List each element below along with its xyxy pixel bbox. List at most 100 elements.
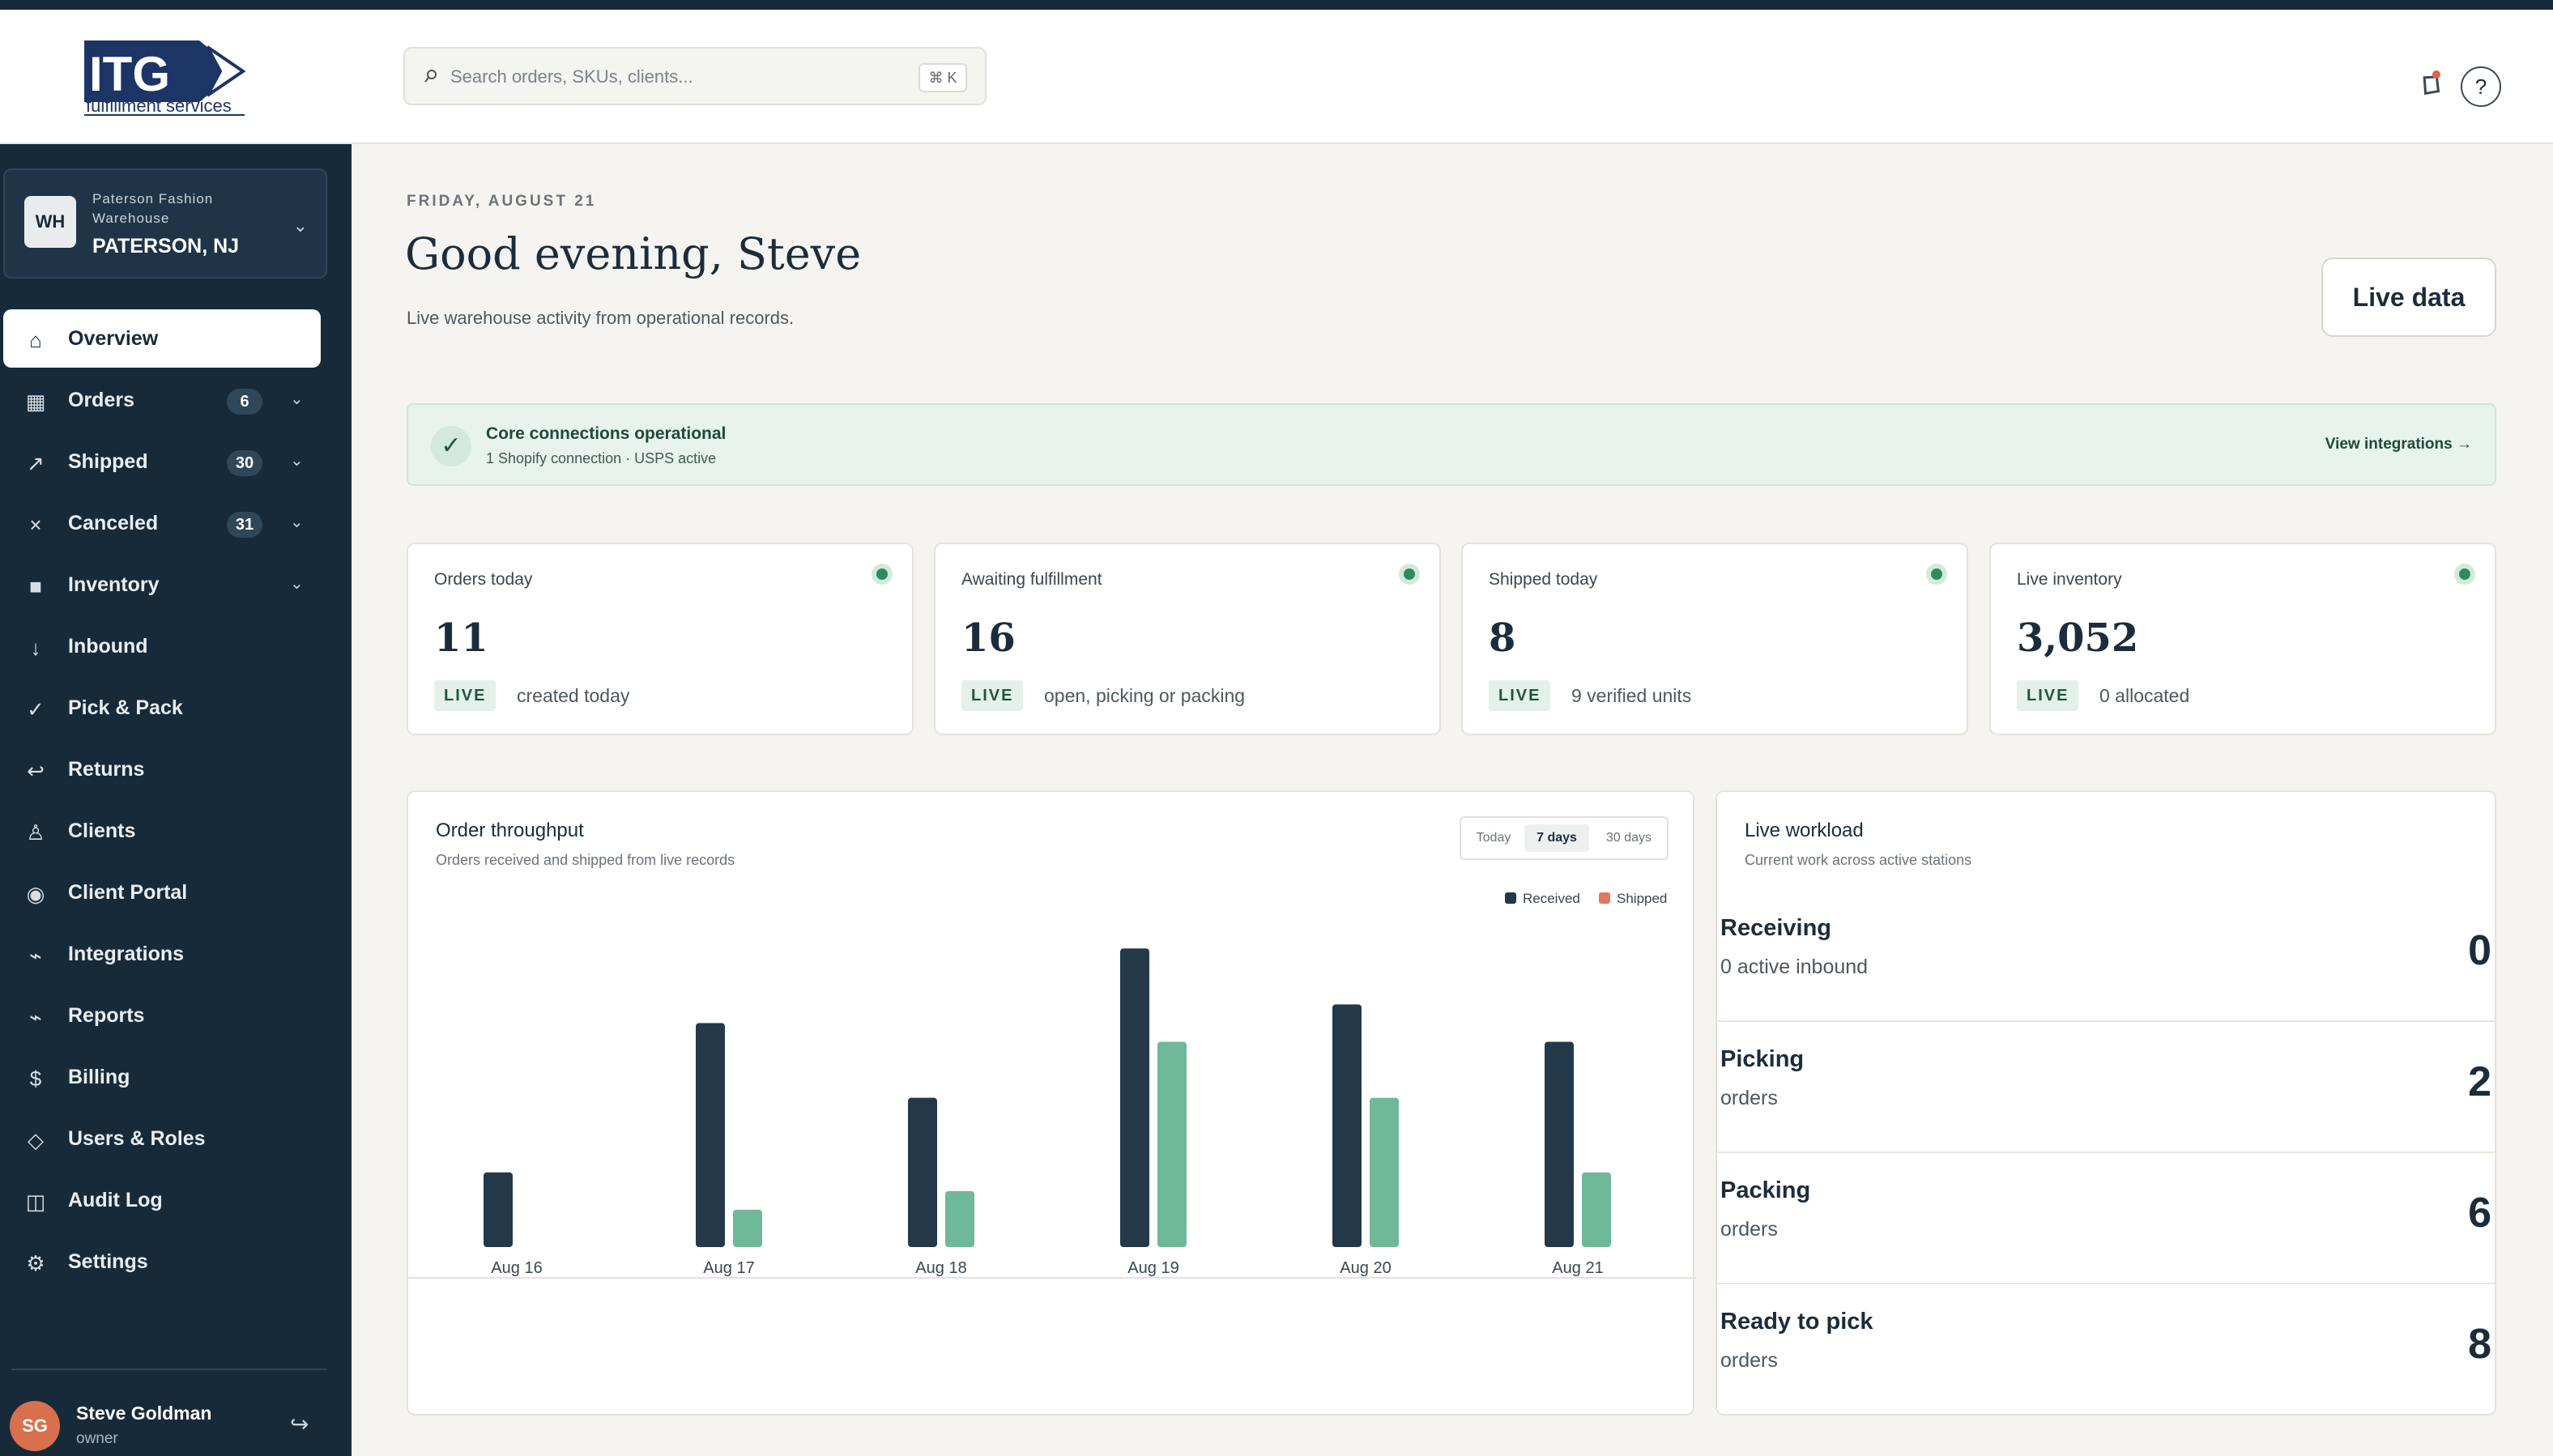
sidebar-item-label: Client Portal [68,881,188,904]
kpi-note: 0 allocated [2099,685,2190,706]
kpi-card-awaiting-fulfillment[interactable]: Awaiting fulfillment 16 LIVE open, picki… [934,543,1441,735]
sidebar-item-label: Pick & Pack [68,696,183,719]
logo-subtext: fulfillment services [86,96,232,116]
logout-icon[interactable]: ↪ [290,1411,309,1437]
kpi-label: Live inventory [2017,570,2122,589]
sidebar: WH Paterson Fashion Warehouse PATERSON, … [0,144,352,1456]
chevron-down-icon[interactable]: ⌄ [290,512,304,532]
chevron-down-icon[interactable]: ⌄ [290,573,304,594]
workload-title: Live workload [1745,820,1864,841]
legend-swatch-received [1505,892,1516,904]
kpi-card-shipped-today[interactable]: Shipped today 8 LIVE 9 verified units [1461,543,1968,735]
sidebar-item-clients[interactable]: ♙ Clients [3,802,321,863]
bar-received-aug-21[interactable] [1545,1041,1574,1247]
bar-shipped-aug-17[interactable] [733,1209,762,1247]
sidebar-item-users-roles[interactable]: ◇ Users & Roles [3,1109,321,1171]
sidebar-item-returns[interactable]: ↩ Returns [3,740,321,802]
sidebar-item-reports[interactable]: ⌁ Reports [3,986,321,1048]
sidebar-item-inbound[interactable]: ↓ Inbound [3,617,321,679]
kpi-card-live-inventory[interactable]: Live inventory 3,052 LIVE 0 allocated [1989,543,2496,735]
kpi-value: 11 [434,615,488,661]
search-placeholder[interactable]: Search orders, SKUs, clients... [450,66,693,87]
chevron-down-icon[interactable]: ⌄ [290,389,304,409]
bar-shipped-aug-19[interactable] [1157,1041,1187,1247]
range-option-today[interactable]: Today [1466,824,1521,852]
x-tick-label: Aug 19 [1127,1259,1178,1277]
sidebar-item-overview[interactable]: ⌂ Overview [3,309,321,368]
kpi-card-orders-today[interactable]: Orders today 11 LIVE created today [407,543,914,735]
workload-row-picking[interactable]: Picking orders 2 [1717,1020,2495,1152]
workload-row-receiving[interactable]: Receiving 0 active inbound 0 [1717,891,2495,1022]
audit-icon: ◫ [25,1190,46,1214]
x-tick-label: Aug 18 [915,1259,966,1277]
workload-sub: orders [1720,1349,1778,1372]
workload-row-packing[interactable]: Packing orders 6 [1717,1152,2495,1283]
inventory-icon: ■ [29,574,42,598]
kpi-label: Orders today [434,570,533,589]
bar-received-aug-16[interactable] [484,1172,513,1247]
live-data-button[interactable]: Live data [2321,258,2496,337]
range-option-7-days[interactable]: 7 days [1524,824,1589,852]
legend-swatch-shipped [1599,892,1610,904]
workload-sub: orders [1720,1087,1778,1109]
user-profile[interactable]: SG Steve Goldman owner ↪ [10,1391,334,1456]
dollar-icon: $ [29,1066,42,1091]
live-badge: LIVE [434,680,497,711]
sidebar-item-billing[interactable]: $ Billing [3,1048,321,1109]
avatar: SG [10,1401,60,1451]
sidebar-item-pick-pack[interactable]: ✓ Pick & Pack [3,679,321,740]
bar-received-aug-20[interactable] [1332,1004,1362,1247]
inbound-icon: ↓ [30,636,41,660]
range-option-30-days[interactable]: 30 days [1594,824,1664,852]
chart-title: Order throughput [436,820,584,841]
global-search[interactable]: Search orders, SKUs, clients... ⌘ K [403,47,987,105]
orders-count-badge: 6 [227,389,262,415]
gear-icon: ⚙ [26,1251,45,1275]
sidebar-item-label: Shipped [68,450,148,473]
live-badge: LIVE [2017,680,2079,711]
warehouse-city: PATERSON, NJ [92,235,240,258]
workload-row-ready-to-pick[interactable]: Ready to pick orders 8 [1717,1283,2495,1414]
bar-shipped-aug-21[interactable] [1582,1172,1611,1247]
sidebar-item-label: Users & Roles [68,1127,206,1150]
bar-received-aug-19[interactable] [1120,948,1149,1247]
clients-icon: ♙ [26,820,45,845]
bar-shipped-aug-20[interactable] [1370,1097,1399,1247]
warehouse-switcher[interactable]: WH Paterson Fashion Warehouse PATERSON, … [3,168,327,279]
legend-shipped: Shipped [1599,891,1667,907]
canceled-icon: × [29,513,42,537]
sidebar-item-settings[interactable]: ⚙ Settings [3,1232,321,1294]
itg-logo[interactable]: ITG fulfillment services [78,36,256,126]
sidebar-item-canceled[interactable]: × Canceled 31 ⌄ [3,494,321,556]
chevron-down-icon[interactable]: ⌄ [290,450,304,470]
warehouse-name: Paterson Fashion Warehouse [92,191,214,226]
live-status-dot-icon [2454,564,2475,585]
x-tick-label: Aug 16 [491,1259,542,1277]
chevron-down-icon: ⌄ [292,215,308,236]
connections-banner: ✓ Core connections operational 1 Shopify… [407,403,2496,486]
sidebar-item-audit-log[interactable]: ◫ Audit Log [3,1171,321,1232]
home-icon: ⌂ [29,328,42,352]
app-header: ITG fulfillment services Search orders, … [0,10,2553,144]
sidebar-item-label: Inbound [68,635,148,658]
bar-received-aug-17[interactable] [696,1023,725,1247]
sidebar-item-integrations[interactable]: ⌁ Integrations [3,925,321,986]
sidebar-item-client-portal[interactable]: ◉ Client Portal [3,863,321,925]
sidebar-item-shipped[interactable]: ↗ Shipped 30 ⌄ [3,432,321,494]
kpi-value: 8 [1489,615,1516,661]
bar-shipped-aug-18[interactable] [945,1190,974,1247]
sidebar-item-inventory[interactable]: ■ Inventory ⌄ [3,556,321,617]
help-button[interactable]: ? [2461,66,2501,107]
shipped-icon: ↗ [27,451,45,475]
sidebar-nav: ⌂ Overview ▦ Orders 6 ⌄ ↗ Shipped 30 ⌄ ×… [3,309,321,1294]
logo-text: ITG [89,47,170,101]
notification-icon[interactable] [2412,70,2444,102]
page-date: FRIDAY, AUGUST 21 [407,193,597,210]
view-integrations-link[interactable]: View integrations → [2325,436,2472,453]
sidebar-item-orders[interactable]: ▦ Orders 6 ⌄ [3,371,321,432]
workload-sub: 0 active inbound [1720,956,1869,978]
sidebar-divider [11,1369,327,1370]
shipped-count-badge: 30 [227,450,262,476]
kpi-value: 16 [961,615,1016,661]
bar-received-aug-18[interactable] [908,1097,937,1247]
